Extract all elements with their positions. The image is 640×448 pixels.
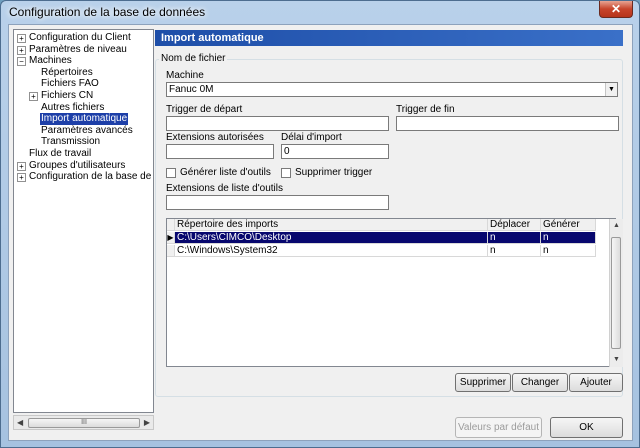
tree-item-label: Paramètres de niveau [29,43,127,55]
tree-item-label: Configuration du Client [29,32,131,43]
tree-item-label: Autres fichiers [41,101,105,113]
column-header-move[interactable]: Déplacer [488,219,541,231]
extensions-field[interactable] [166,144,274,159]
column-header-directory[interactable]: Répertoire des imports [175,219,488,231]
imports-grid: Répertoire des imports Déplacer Générer … [166,218,616,367]
add-button[interactable]: Ajouter [569,373,623,392]
row-directory[interactable]: C:\Windows\System32 [175,245,488,257]
tree-item-label: Groupes d'utilisateurs [29,159,126,171]
tree-horizontal-scrollbar[interactable]: ◀ III ▶ [13,415,154,430]
scroll-right-icon[interactable]: ▶ [144,418,150,427]
row-move[interactable]: n [488,245,541,257]
client-area: + Configuration du Client + Paramètres de n… [8,24,633,441]
title-bar[interactable]: Configuration de la base de données ✕ [1,1,639,23]
tree-item-label: Fichiers FAO [41,78,99,90]
delay-field[interactable]: 0 [281,144,389,159]
generate-tool-list-label: Générer liste d'outils [180,167,271,178]
expand-icon[interactable]: + [29,92,38,101]
trigger-start-field[interactable] [166,116,389,131]
row-generate[interactable]: n [541,245,596,257]
tree-item-label: Transmission [41,136,101,148]
scroll-left-icon[interactable]: ◀ [17,418,23,427]
row-move[interactable]: n [488,232,541,244]
chevron-down-icon[interactable]: ▼ [605,83,617,96]
trigger-end-label: Trigger de fin [396,104,455,115]
tree-item-label: Machines [29,55,72,67]
row-generate[interactable]: n [541,232,596,244]
machine-select[interactable]: Fanuc 0M ▼ [166,82,618,97]
tool-list-extensions-label: Extensions de liste d'outils [166,183,283,194]
expand-icon[interactable]: + [17,34,26,43]
expand-icon[interactable]: + [17,161,26,171]
tree-item-label: Flux de travail [29,148,92,159]
header-corner [167,219,175,231]
delete-trigger-label: Supprimer trigger [295,167,373,178]
tool-list-extensions-field[interactable] [166,195,389,210]
navigation-tree: + Configuration du Client + Paramètres de n… [13,29,154,413]
group-title: Nom de fichier [159,53,228,64]
ok-button[interactable]: OK [550,417,623,438]
delete-trigger-checkbox[interactable] [281,168,291,178]
trigger-start-label: Trigger de départ [166,104,243,115]
collapse-icon[interactable]: − [17,57,26,67]
trigger-end-field[interactable] [396,116,619,131]
table-row[interactable]: ▶ C:\Users\CIMCO\Desktop n n [167,232,597,244]
expand-icon[interactable]: + [17,173,26,183]
tree-item-label: Import automatique [40,113,129,126]
row-pointer-icon: ▶ [167,232,175,244]
expand-icon[interactable]: + [17,45,26,55]
main-window: Configuration de la base de données ✕ + C… [0,0,640,448]
defaults-button[interactable]: Valeurs par défaut [455,417,542,438]
tree-item-label: Fichiers CN [41,90,94,101]
delay-label: Délai d'import [281,132,342,143]
scroll-down-icon[interactable]: ▼ [613,356,620,363]
scroll-up-icon[interactable]: ▲ [613,222,620,229]
machine-value: Fanuc 0M [169,84,214,95]
generate-tool-list-checkbox[interactable] [166,168,176,178]
delete-button[interactable]: Supprimer [455,373,511,392]
row-directory[interactable]: C:\Users\CIMCO\Desktop [175,232,488,244]
scrollbar-thumb[interactable]: III [28,418,140,428]
column-header-generate[interactable]: Générer [541,219,596,231]
tree-item-label: Répertoires [41,66,93,78]
grid-vertical-scrollbar[interactable]: ▲ ▼ [609,219,623,367]
table-row[interactable]: C:\Windows\System32 n n [167,245,597,257]
scrollbar-thumb[interactable] [611,237,621,349]
window-title: Configuration de la base de données [9,5,206,19]
grid-header-row: Répertoire des imports Déplacer Générer [167,219,597,231]
machine-label: Machine [166,70,204,81]
row-indicator [167,245,175,257]
tree-item-label: Paramètres avancés [41,124,133,136]
close-button[interactable]: ✕ [599,1,633,18]
extensions-label: Extensions autorisées [166,132,264,143]
change-button[interactable]: Changer [512,373,568,392]
tree-item-label: Configuration de la base de donné [29,171,153,183]
panel-title: Import automatique [155,30,623,46]
